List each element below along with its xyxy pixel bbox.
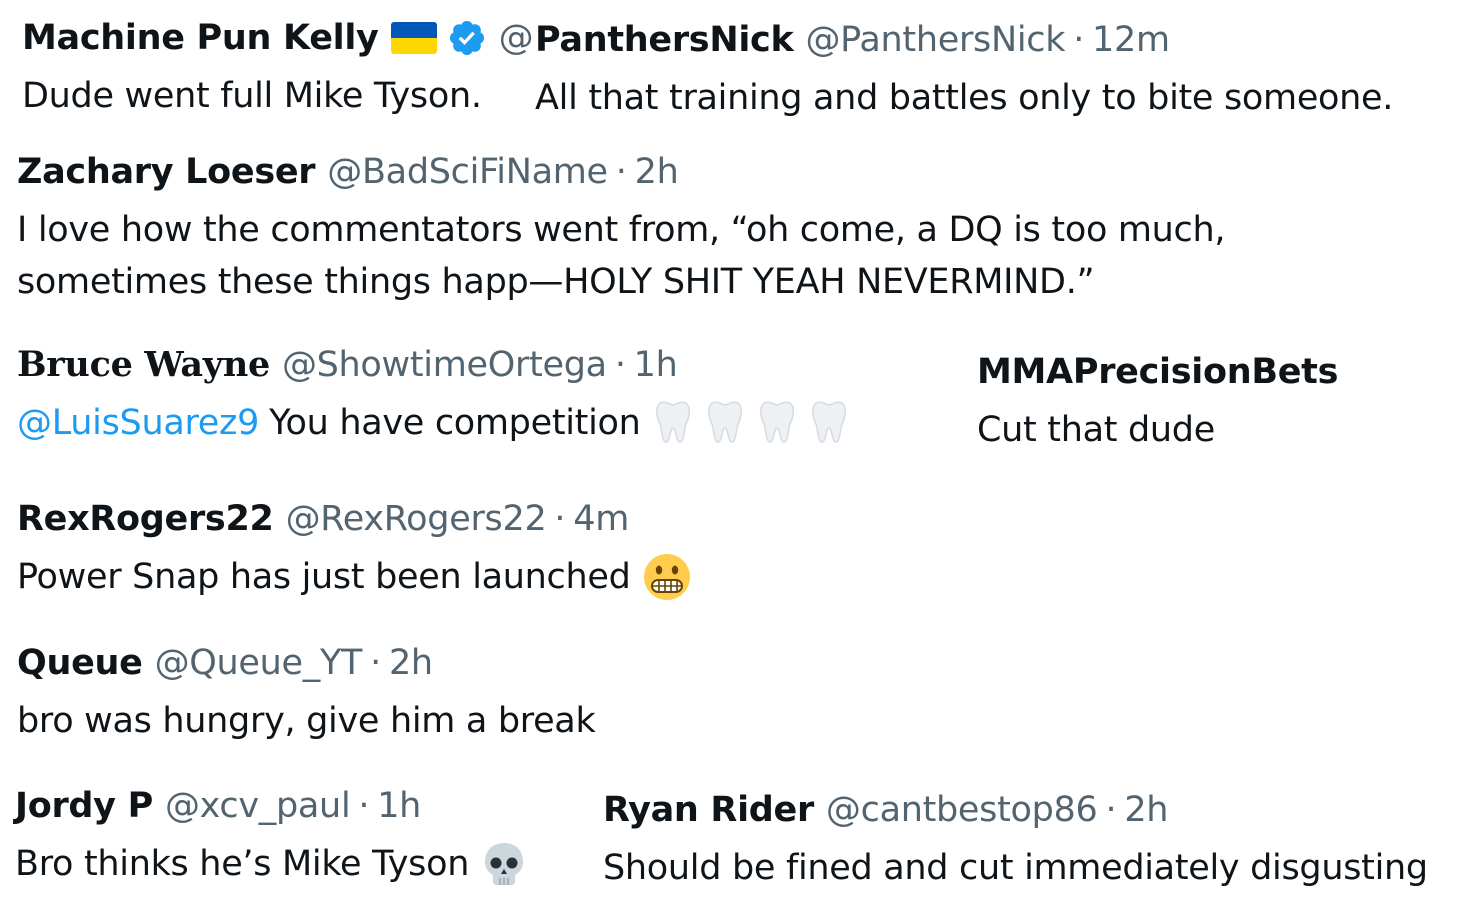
author-handle[interactable]: @RexRogers22 [286,497,547,541]
timestamp[interactable]: 2h [1124,788,1168,832]
tweet-machine-pun-kelly[interactable]: Machine Pun Kelly @ Dude went full Mike … [22,16,534,122]
author-name[interactable]: Jordy P [15,784,153,828]
tweet-header: Machine Pun Kelly @ [22,16,534,60]
tweet-panthersnick[interactable]: PanthersNick @PanthersNick · 12m All tha… [535,18,1393,124]
tooth-emoji-icon [759,401,794,443]
tweet-header: Bruce Wayne @ShowtimeOrtega · 1h [17,343,849,387]
tweet-header: PanthersNick @PanthersNick · 12m [535,18,1393,62]
tweet-body: Power Snap has just been launched [17,551,691,603]
tooth-emoji-icon [707,401,742,443]
tweet-text: Power Snap has just been launched [17,557,631,597]
author-handle[interactable]: @cantbestop86 [826,788,1098,832]
tweet-jordy-p[interactable]: Jordy P @xcv_paul · 1h Bro thinks he’s M… [15,784,527,890]
tweet-text: Cut that dude [977,410,1215,450]
tweet-text: I love how the commentators went from, “… [17,210,1226,302]
author-name[interactable]: MMAPrecisionBets [977,350,1338,394]
ukraine-flag-icon [390,22,437,54]
skull-emoji-icon [485,843,524,885]
separator-dot: · [614,345,626,385]
author-name[interactable]: Ryan Rider [603,788,814,832]
tweet-header: MMAPrecisionBets [977,350,1338,394]
separator-dot: · [370,643,381,683]
author-name[interactable]: Zachary Loeser [17,150,316,194]
tooth-emoji-icon [811,401,846,443]
grimacing-face-emoji-icon [643,554,690,600]
author-handle[interactable]: @BadSciFiName [327,150,608,194]
tweet-header: Jordy P @xcv_paul · 1h [15,784,527,828]
tweet-ryan-rider[interactable]: Ryan Rider @cantbestop86 · 2h Should be … [603,788,1428,894]
tweet-bruce-wayne[interactable]: Bruce Wayne @ShowtimeOrtega · 1h @LuisSu… [17,343,849,449]
tweet-text: Dude went full Mike Tyson. [22,76,482,116]
mention-link[interactable]: @LuisSuarez9 [17,397,259,449]
tweet-queue[interactable]: Queue @Queue_YT · 2h bro was hungry, giv… [17,641,596,747]
author-handle[interactable]: @PanthersNick [805,18,1065,62]
separator-dot: · [1105,790,1117,830]
tweet-header: RexRogers22 @RexRogers22 · 4m [17,497,691,541]
author-handle[interactable]: @ShowtimeOrtega [282,343,607,387]
author-name[interactable]: PanthersNick [535,18,794,62]
author-handle[interactable]: @Queue_YT [155,641,363,685]
tweet-header: Zachary Loeser @BadSciFiName · 2h [17,150,1277,194]
tweet-text: All that training and battles only to bi… [535,78,1394,118]
tweet-rexrogers22[interactable]: RexRogers22 @RexRogers22 · 4m Power Snap… [17,497,691,603]
separator-dot: · [615,152,627,192]
timestamp[interactable]: 2h [635,150,679,194]
tweet-text: Should be fined and cut immediately disg… [603,848,1428,888]
separator-dot: · [554,499,566,539]
timestamp[interactable]: 1h [634,343,678,387]
timestamp[interactable]: 1h [377,784,421,828]
tweet-body: Bro thinks he’s Mike Tyson [15,838,527,890]
separator-dot: · [1073,20,1085,60]
timestamp[interactable]: 4m [573,497,629,541]
tweet-body: @LuisSuarez9 You have competition [17,397,849,449]
author-name[interactable]: Bruce Wayne [17,343,270,387]
author-handle[interactable]: @xcv_paul [165,784,351,828]
tweet-zachary-loeser[interactable]: Zachary Loeser @BadSciFiName · 2h I love… [17,150,1277,308]
tooth-emoji-icon [655,401,690,443]
verified-badge-icon[interactable] [447,18,487,58]
author-handle[interactable]: @ [499,16,534,60]
tweet-header: Ryan Rider @cantbestop86 · 2h [603,788,1428,832]
author-name[interactable]: RexRogers22 [17,497,274,541]
tweet-text: bro was hungry, give him a break [17,701,596,741]
author-name[interactable]: Machine Pun Kelly [22,16,379,60]
tweet-text: You have competition [269,403,641,443]
separator-dot: · [358,786,370,826]
timestamp[interactable]: 2h [389,641,433,685]
tweet-mmaprecisionbets[interactable]: MMAPrecisionBets Cut that dude [977,350,1338,456]
tweet-text: Bro thinks he’s Mike Tyson [15,844,470,884]
tweet-header: Queue @Queue_YT · 2h [17,641,595,685]
author-name[interactable]: Queue [17,641,143,685]
timestamp[interactable]: 12m [1092,18,1170,62]
